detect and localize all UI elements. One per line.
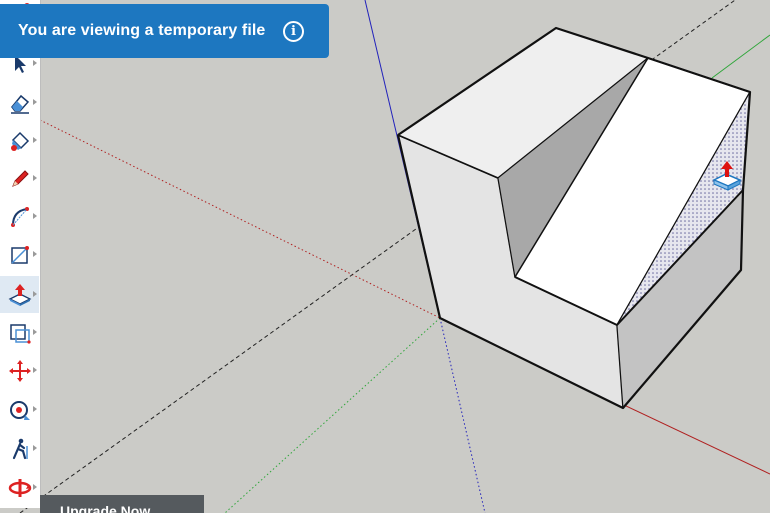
offset-icon bbox=[9, 323, 31, 344]
red-axis-dotted bbox=[39, 119, 441, 319]
pencil-tool[interactable] bbox=[0, 160, 39, 197]
offset-tool[interactable] bbox=[0, 314, 39, 351]
eraser-icon bbox=[10, 94, 29, 114]
arc-tool[interactable] bbox=[0, 198, 39, 235]
tool-palette bbox=[0, 0, 41, 508]
paint-bucket-icon bbox=[10, 131, 29, 151]
blue-axis-dotted bbox=[439, 317, 486, 513]
upgrade-now-button[interactable]: Upgrade Now bbox=[40, 495, 204, 513]
temporary-file-banner: You are viewing a temporary file i bbox=[0, 4, 329, 58]
3d-model[interactable] bbox=[396, 26, 752, 410]
upgrade-now-label: Upgrade Now bbox=[60, 503, 151, 513]
move-arrows-icon bbox=[8, 359, 31, 382]
eraser-tool[interactable] bbox=[0, 84, 39, 121]
rectangle-icon bbox=[10, 245, 29, 264]
orbit-icon bbox=[8, 478, 31, 497]
walk-tool[interactable] bbox=[0, 430, 39, 467]
tape-measure-tool[interactable] bbox=[0, 391, 39, 428]
green-axis-dotted bbox=[224, 317, 441, 513]
push-pull-icon bbox=[8, 283, 31, 306]
walk-icon bbox=[12, 438, 28, 459]
rectangle-tool[interactable] bbox=[0, 236, 39, 273]
info-icon[interactable]: i bbox=[283, 21, 304, 42]
green-axis bbox=[711, 34, 770, 79]
move-tool[interactable] bbox=[0, 352, 39, 389]
push-pull-tool[interactable] bbox=[0, 276, 39, 313]
tape-measure-icon bbox=[9, 400, 30, 420]
arc-icon bbox=[10, 206, 29, 227]
model-viewport[interactable] bbox=[0, 0, 770, 513]
banner-message: You are viewing a temporary file bbox=[18, 22, 266, 39]
orbit-tool[interactable] bbox=[0, 469, 39, 506]
pencil-icon bbox=[11, 169, 29, 187]
paint-bucket-tool[interactable] bbox=[0, 122, 39, 159]
